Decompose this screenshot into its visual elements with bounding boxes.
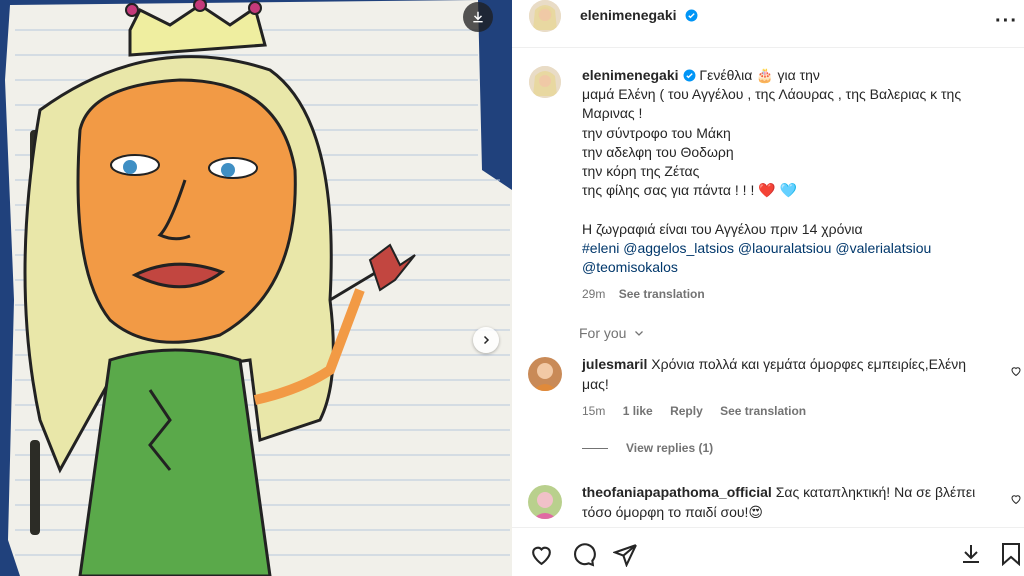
post-media[interactable] xyxy=(0,0,512,576)
reply-button[interactable]: Reply xyxy=(670,404,703,418)
caption-line: την σύντροφο του Μάκη xyxy=(582,124,731,141)
comment-time: 15m xyxy=(582,404,606,418)
download-icon xyxy=(473,11,483,23)
comment-text: Χρόνια πολλά και γεμάτα όμορφες εμπειρίε… xyxy=(651,356,967,372)
chevron-down-icon xyxy=(635,331,644,336)
comment-item: julesmaril Χρόνια πολλά και γεμάτα όμορφ… xyxy=(528,355,1024,435)
caption-line: την αδελφη του Θοδωρη xyxy=(582,143,734,160)
comment-item: theofaniapapathoma_official Σας καταπληκ… xyxy=(528,483,1024,527)
chevron-right-icon xyxy=(483,335,490,345)
heart-icon[interactable] xyxy=(1010,493,1022,505)
see-translation-link[interactable]: See translation xyxy=(619,287,705,301)
comment-text: τόσο όμορφη το παιδί σου!😍 xyxy=(582,503,764,520)
view-replies-button[interactable]: View replies (1) xyxy=(582,441,713,455)
caption-line xyxy=(582,200,1002,219)
caption-line: Η ζωγραφιά είναι του Αγγέλου πριν 14 χρό… xyxy=(582,220,863,237)
caption-line: μαμά Ελένη ( του Αγγέλου , της Λάουρας ,… xyxy=(582,86,962,103)
comment-text: Σας καταπληκτική! Να σε βλέπει xyxy=(775,484,976,500)
for-you-filter[interactable]: For you xyxy=(579,325,645,341)
save-icon[interactable] xyxy=(1000,542,1022,566)
next-image-button[interactable] xyxy=(473,327,499,353)
post-actions-bar xyxy=(512,527,1024,576)
author-username[interactable]: elenimenegaki xyxy=(580,7,677,23)
caption-hashtags[interactable]: #eleni @aggelos_latsios @laouralatsiou @… xyxy=(582,239,1002,258)
comment-username[interactable]: julesmaril xyxy=(582,356,647,372)
comment-meta: 15m 1 like Reply See translation xyxy=(582,402,1002,422)
verified-icon xyxy=(683,69,695,82)
more-icon: ··· xyxy=(995,10,1018,32)
comment-likes[interactable]: 1 like xyxy=(623,404,653,418)
caption-line: Γενέθλια 🎂 για την xyxy=(699,67,820,83)
verified-icon xyxy=(685,9,698,22)
caption-author-username[interactable]: elenimenegaki xyxy=(582,67,679,83)
commenter-avatar[interactable] xyxy=(528,485,562,519)
author-avatar[interactable] xyxy=(529,0,561,32)
post-caption: elenimenegaki Γενέθλια 🎂 για την μαμά Ελ… xyxy=(582,66,1002,304)
caption-line: Μαρινας ! xyxy=(582,105,643,122)
heart-icon[interactable] xyxy=(529,542,554,567)
divider xyxy=(582,447,608,449)
caption-hashtags[interactable]: @teomisokalos xyxy=(582,258,1002,277)
post-header: elenimenegaki ··· xyxy=(512,0,1024,48)
child-drawing-image xyxy=(0,0,512,576)
download-icon[interactable] xyxy=(959,542,983,566)
comment-text: μας! xyxy=(582,375,609,392)
view-replies-label: View replies (1) xyxy=(626,441,714,455)
more-options-button[interactable]: ··· xyxy=(995,10,1018,33)
see-translation-link[interactable]: See translation xyxy=(720,404,806,418)
caption-line: την κόρη της Ζέτας xyxy=(582,163,700,180)
share-icon[interactable] xyxy=(613,542,638,567)
comment-icon[interactable] xyxy=(571,542,596,567)
caption-author-avatar[interactable] xyxy=(529,66,561,98)
for-you-label: For you xyxy=(579,325,627,341)
caption-meta: 29m See translation xyxy=(582,285,1002,304)
caption-line: της φίλης σας για πάντα ! ! ! ❤️ 🩵 xyxy=(582,182,797,199)
post-time: 29m xyxy=(582,287,606,302)
download-button[interactable] xyxy=(463,2,493,32)
post-side-panel: elenimenegaki ··· elenimenegaki Γενέθλια… xyxy=(512,0,1024,576)
commenter-avatar[interactable] xyxy=(528,357,562,391)
comment-username[interactable]: theofaniapapathoma_official xyxy=(582,484,772,500)
heart-icon[interactable] xyxy=(1010,365,1022,377)
